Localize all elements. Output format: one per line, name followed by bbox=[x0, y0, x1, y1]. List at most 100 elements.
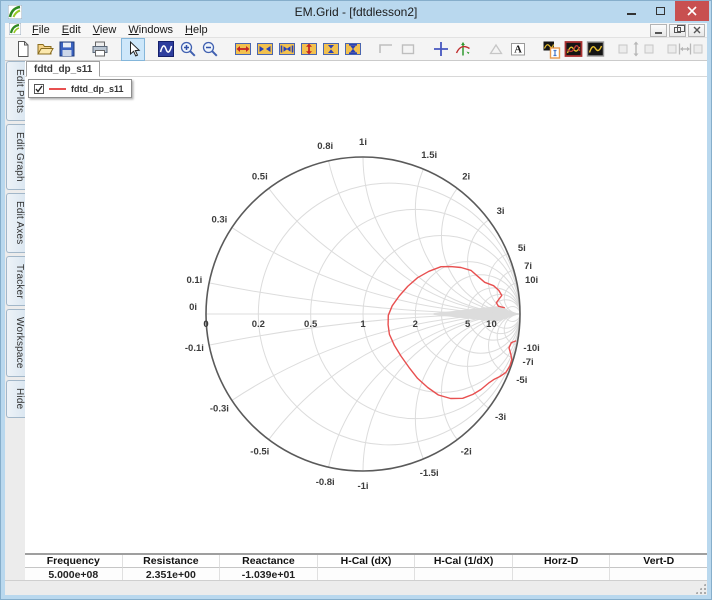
open-file-icon bbox=[37, 44, 54, 55]
resistance-label: 0.5 bbox=[304, 319, 318, 330]
sidebar-tab-edit-graph[interactable]: Edit Graph bbox=[6, 124, 25, 191]
reactance-label: 0.5i bbox=[252, 171, 268, 182]
sidebar-tab-workspace[interactable]: Workspace bbox=[6, 309, 25, 378]
readout-col-frequency: Frequency bbox=[25, 555, 123, 568]
maximize-icon bbox=[656, 7, 665, 15]
menu-items: File Edit View Windows Help bbox=[26, 23, 214, 38]
fit-x-button[interactable] bbox=[276, 39, 298, 60]
select-box-button bbox=[397, 39, 419, 60]
zoom-out-button[interactable] bbox=[199, 39, 221, 60]
tile-vertical-group-icon bbox=[618, 41, 654, 57]
reactance-label: 0.1i bbox=[186, 275, 202, 286]
select-cursor-icon bbox=[130, 40, 141, 57]
toolbar: ALayout bbox=[5, 37, 707, 61]
expand-x-button[interactable] bbox=[232, 39, 254, 60]
app-window: EM.Grid - [fdtdlesson2] File Edit View Wind… bbox=[0, 0, 712, 600]
plot-properties-button[interactable] bbox=[155, 39, 177, 60]
save-file-button[interactable] bbox=[56, 39, 78, 60]
document-tab[interactable]: fdtd_dp_s11 bbox=[26, 61, 101, 77]
legend-checkbox-checked[interactable] bbox=[34, 83, 44, 94]
readout-col-vert-d: Vert-D bbox=[610, 555, 708, 568]
zoom-box-icon bbox=[379, 44, 392, 53]
readout-header-row: Frequency Resistance Reactance H-Cal (dX) H-… bbox=[25, 555, 708, 568]
minimize-icon bbox=[627, 13, 636, 15]
shrink-y-button[interactable] bbox=[320, 39, 342, 60]
plot-style-dark-button[interactable] bbox=[562, 39, 584, 60]
print-button[interactable] bbox=[89, 39, 111, 60]
fit-y-button[interactable] bbox=[342, 39, 364, 60]
reactance-label: -7i bbox=[523, 357, 534, 368]
menu-edit[interactable]: Edit bbox=[56, 23, 87, 38]
mdi-restore-button[interactable] bbox=[669, 23, 686, 37]
add-text-icon: A bbox=[511, 43, 525, 56]
tracker-readout-table: Frequency Resistance Reactance H-Cal (dX) H-… bbox=[25, 553, 708, 582]
sidebar-tab-hide[interactable]: Hide bbox=[6, 380, 25, 418]
reactance-label: -10i bbox=[523, 343, 539, 354]
zoom-in-icon bbox=[180, 41, 196, 57]
expand-y-button[interactable] bbox=[298, 39, 320, 60]
print-icon bbox=[92, 41, 108, 57]
new-file-button[interactable] bbox=[12, 39, 34, 60]
reactance-label: 3i bbox=[497, 206, 505, 217]
reactance-label: 7i bbox=[524, 261, 532, 272]
plot-style-light-icon bbox=[586, 41, 604, 57]
reactance-label: -0.5i bbox=[250, 447, 269, 458]
reactance-label: 10i bbox=[525, 275, 538, 286]
reactance-label: 0.8i bbox=[317, 141, 333, 152]
reactance-label: -0.3i bbox=[210, 404, 229, 415]
close-button[interactable] bbox=[675, 1, 709, 21]
add-text-button[interactable]: A bbox=[507, 39, 529, 60]
sidebar-tab-edit-plots[interactable]: Edit Plots bbox=[6, 61, 25, 122]
menu-windows[interactable]: Windows bbox=[122, 23, 179, 38]
mdi-close-button[interactable] bbox=[688, 23, 705, 37]
plot-style-dark-icon bbox=[564, 41, 582, 57]
menu-view[interactable]: View bbox=[87, 23, 123, 38]
readout-col-h-cal-dx-: H-Cal (dX) bbox=[317, 555, 416, 568]
resize-grip[interactable] bbox=[695, 583, 706, 594]
open-file-button[interactable] bbox=[34, 39, 56, 60]
mdi-minimize-button[interactable] bbox=[650, 23, 667, 37]
reactance-label: -2i bbox=[461, 447, 472, 458]
client-area: Edit Plots Edit Graph Edit Axes Tracker Work… bbox=[5, 61, 709, 582]
reactance-label: 1i bbox=[359, 137, 367, 148]
minimize-button[interactable] bbox=[617, 1, 646, 21]
title-bar: EM.Grid - [fdtdlesson2] bbox=[1, 1, 711, 23]
trace-fdtd_dp_s11 bbox=[387, 265, 517, 400]
add-plot-icon bbox=[543, 41, 560, 59]
reactance-label: -1i bbox=[357, 481, 368, 492]
sidebar-tab-edit-axes[interactable]: Edit Axes bbox=[6, 193, 25, 253]
maximize-button[interactable] bbox=[646, 1, 675, 21]
reactance-label: -0.1i bbox=[185, 343, 204, 354]
smith-chart[interactable]: 0i 0.1i 0.3i 0.5i 0.8i 1i 1.5i 2i 3i 5i 7i 10i -0.1i… bbox=[25, 77, 709, 553]
check-icon bbox=[35, 85, 43, 93]
reactance-label: -5i bbox=[516, 375, 527, 386]
save-file-icon bbox=[59, 41, 75, 57]
zoom-in-button[interactable] bbox=[177, 39, 199, 60]
expand-x-icon bbox=[235, 43, 251, 55]
reactance-arc--2 bbox=[441, 313, 521, 440]
resistance-label: 0 bbox=[203, 319, 208, 330]
add-marker-button[interactable] bbox=[430, 39, 452, 60]
select-cursor-button[interactable] bbox=[121, 37, 145, 61]
reactance-label: 2i bbox=[462, 171, 470, 182]
graph-window: fdtd_dp_s11 0i 0.1i 0.3i 0.5i 0.8i 1i 1.5i 2i 3i… bbox=[25, 61, 709, 582]
menu-help[interactable]: Help bbox=[179, 23, 214, 38]
document-window-icon bbox=[8, 22, 22, 38]
menu-file[interactable]: File bbox=[26, 23, 56, 38]
plot-properties-icon bbox=[158, 41, 174, 57]
plot-style-light-button[interactable] bbox=[584, 39, 606, 60]
shrink-x-button[interactable] bbox=[254, 39, 276, 60]
tile-horizontal-group-button bbox=[666, 39, 704, 60]
mdi-restore-icon bbox=[674, 25, 685, 33]
status-bar bbox=[5, 580, 707, 595]
mdi-close-icon bbox=[693, 26, 700, 34]
sidebar-tab-tracker[interactable]: Tracker bbox=[6, 255, 25, 307]
readout-col-h-cal-1-dx-: H-Cal (1/dX) bbox=[415, 555, 513, 568]
reactance-arc-2 bbox=[441, 188, 521, 315]
tracker-tool-button[interactable] bbox=[452, 39, 474, 60]
add-plot-button[interactable] bbox=[540, 39, 562, 60]
resistance-label: 5 bbox=[465, 319, 471, 330]
svg-text:A: A bbox=[514, 45, 522, 56]
zoom-out-icon bbox=[202, 41, 218, 57]
tile-horizontal-group-icon bbox=[667, 43, 703, 55]
